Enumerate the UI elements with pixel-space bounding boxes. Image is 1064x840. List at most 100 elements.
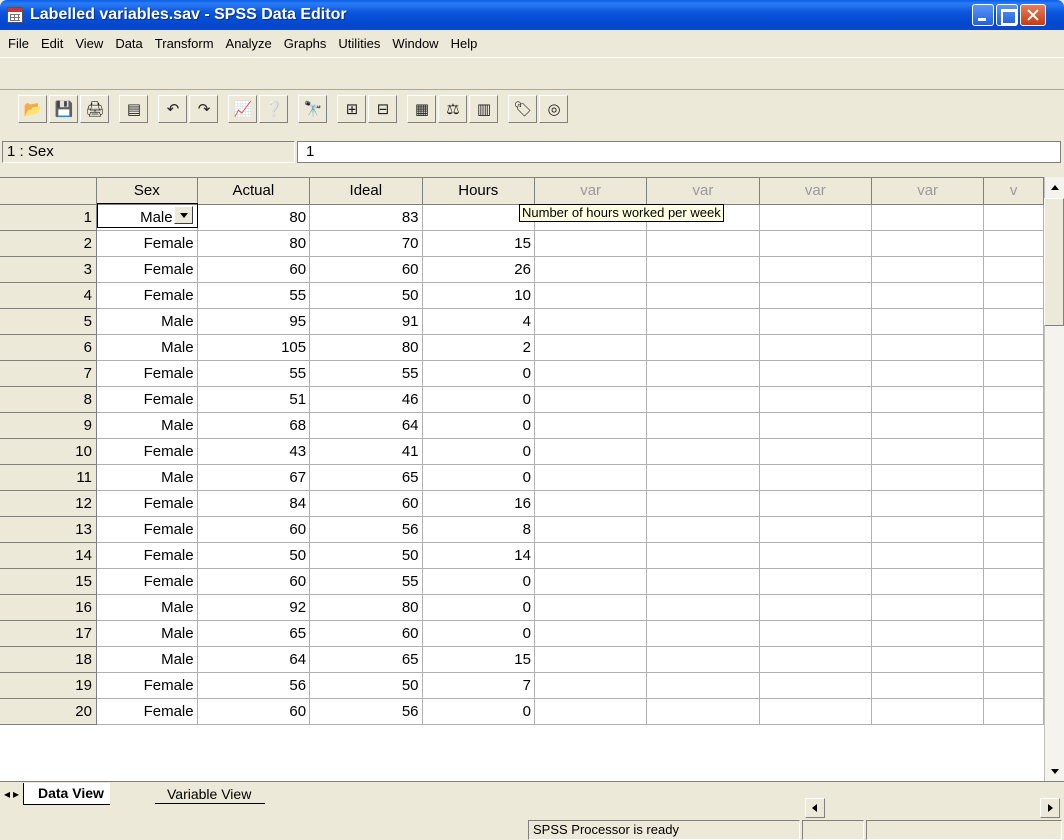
row-header[interactable]: 19: [0, 672, 97, 699]
menu-analyze[interactable]: Analyze: [226, 36, 272, 51]
value-labels-button[interactable]: 🏷: [508, 95, 537, 123]
cell-empty[interactable]: [646, 620, 760, 647]
menu-help[interactable]: Help: [451, 36, 478, 51]
cell-ideal[interactable]: 50: [309, 542, 423, 569]
cell-empty[interactable]: [983, 438, 1044, 465]
cell-actual[interactable]: 60: [197, 256, 311, 283]
cell-ideal[interactable]: 50: [309, 672, 423, 699]
cell-empty[interactable]: [534, 594, 648, 621]
cell-empty[interactable]: [983, 308, 1044, 335]
row-header[interactable]: 16: [0, 594, 97, 621]
cell-actual[interactable]: 95: [197, 308, 311, 335]
cell-empty[interactable]: [871, 620, 985, 647]
cell-actual[interactable]: 56: [197, 672, 311, 699]
cell-empty[interactable]: [983, 334, 1044, 361]
row-header[interactable]: 17: [0, 620, 97, 647]
cell-empty[interactable]: [534, 412, 648, 439]
cell-empty[interactable]: [646, 360, 760, 387]
column-header-var[interactable]: var: [759, 178, 872, 205]
cell-ideal[interactable]: 50: [309, 282, 423, 309]
cell-hours[interactable]: 15: [422, 646, 535, 673]
tab-variable-view[interactable]: Variable View: [155, 784, 266, 804]
column-header-sex[interactable]: Sex: [96, 178, 198, 205]
cell-hours[interactable]: 0: [422, 698, 535, 725]
cell-empty[interactable]: [871, 334, 985, 361]
menu-data[interactable]: Data: [115, 36, 142, 51]
cell-empty[interactable]: [759, 282, 872, 309]
cell-empty[interactable]: [534, 672, 648, 699]
cell-ideal[interactable]: 46: [309, 386, 423, 413]
cell-empty[interactable]: [646, 230, 760, 257]
minimize-button[interactable]: [972, 4, 994, 26]
scroll-up-arrow[interactable]: [1045, 177, 1064, 197]
maximize-button[interactable]: [996, 4, 1018, 26]
cell-empty[interactable]: [759, 646, 872, 673]
cell-empty[interactable]: [871, 672, 985, 699]
cell-hours[interactable]: 0: [422, 412, 535, 439]
cell-empty[interactable]: [759, 464, 872, 491]
column-header-ideal[interactable]: Ideal: [309, 178, 423, 205]
cell-empty[interactable]: [646, 594, 760, 621]
cell-ideal[interactable]: 64: [309, 412, 423, 439]
cell-actual[interactable]: 68: [197, 412, 311, 439]
cell-empty[interactable]: [871, 204, 985, 231]
cell-hours[interactable]: 0: [422, 464, 535, 491]
cell-empty[interactable]: [983, 204, 1044, 231]
cell-empty[interactable]: [646, 542, 760, 569]
cell-empty[interactable]: [534, 308, 648, 335]
menu-file[interactable]: File: [8, 36, 29, 51]
cell-empty[interactable]: [759, 698, 872, 725]
row-header[interactable]: 6: [0, 334, 97, 361]
cell-empty[interactable]: [646, 386, 760, 413]
save-button[interactable]: 💾: [49, 95, 78, 123]
cell-empty[interactable]: [646, 256, 760, 283]
cell-sex[interactable]: Female: [96, 438, 198, 465]
cell-hours[interactable]: 0: [422, 438, 535, 465]
cell-empty[interactable]: [983, 360, 1044, 387]
cell-empty[interactable]: [646, 438, 760, 465]
cell-sex[interactable]: Male: [96, 594, 198, 621]
scroll-left-arrow[interactable]: [805, 798, 825, 818]
find-button[interactable]: 🔭: [298, 95, 327, 123]
cell-empty[interactable]: [646, 490, 760, 517]
cell-empty[interactable]: [534, 438, 648, 465]
cell-ideal[interactable]: 83: [309, 204, 423, 231]
cell-empty[interactable]: [983, 620, 1044, 647]
cell-empty[interactable]: [759, 542, 872, 569]
grid-corner[interactable]: [0, 178, 97, 205]
cell-ideal[interactable]: 60: [309, 620, 423, 647]
row-header[interactable]: 2: [0, 230, 97, 257]
column-header-v[interactable]: v: [983, 178, 1044, 205]
cell-hours[interactable]: 10: [422, 282, 535, 309]
cell-ideal[interactable]: 41: [309, 438, 423, 465]
cell-empty[interactable]: [871, 490, 985, 517]
cell-empty[interactable]: [534, 516, 648, 543]
row-header[interactable]: 3: [0, 256, 97, 283]
cell-empty[interactable]: [871, 516, 985, 543]
cell-ideal[interactable]: 80: [309, 334, 423, 361]
cell-empty[interactable]: [983, 230, 1044, 257]
cell-empty[interactable]: [534, 620, 648, 647]
cell-empty[interactable]: [759, 256, 872, 283]
cell-empty[interactable]: [534, 386, 648, 413]
cell-empty[interactable]: [646, 646, 760, 673]
cell-empty[interactable]: [983, 490, 1044, 517]
cell-empty[interactable]: [534, 360, 648, 387]
cell-ideal[interactable]: 80: [309, 594, 423, 621]
use-sets-button[interactable]: ◎: [539, 95, 568, 123]
cell-sex[interactable]: Male: [96, 464, 198, 491]
cell-sex[interactable]: Female: [96, 230, 198, 257]
cell-ideal[interactable]: 56: [309, 698, 423, 725]
tab-navigation[interactable]: ◂ ▸: [4, 787, 19, 801]
cell-hours[interactable]: 7: [422, 672, 535, 699]
cell-ideal[interactable]: 60: [309, 256, 423, 283]
cell-empty[interactable]: [646, 334, 760, 361]
row-header[interactable]: 5: [0, 308, 97, 335]
tab-next-arrow-icon[interactable]: ▸: [13, 787, 19, 801]
cell-sex[interactable]: Female: [96, 282, 198, 309]
cell-actual[interactable]: 105: [197, 334, 311, 361]
cell-hours[interactable]: 8: [422, 516, 535, 543]
close-button[interactable]: [1020, 4, 1046, 26]
cell-empty[interactable]: [534, 230, 648, 257]
cell-empty[interactable]: [759, 438, 872, 465]
